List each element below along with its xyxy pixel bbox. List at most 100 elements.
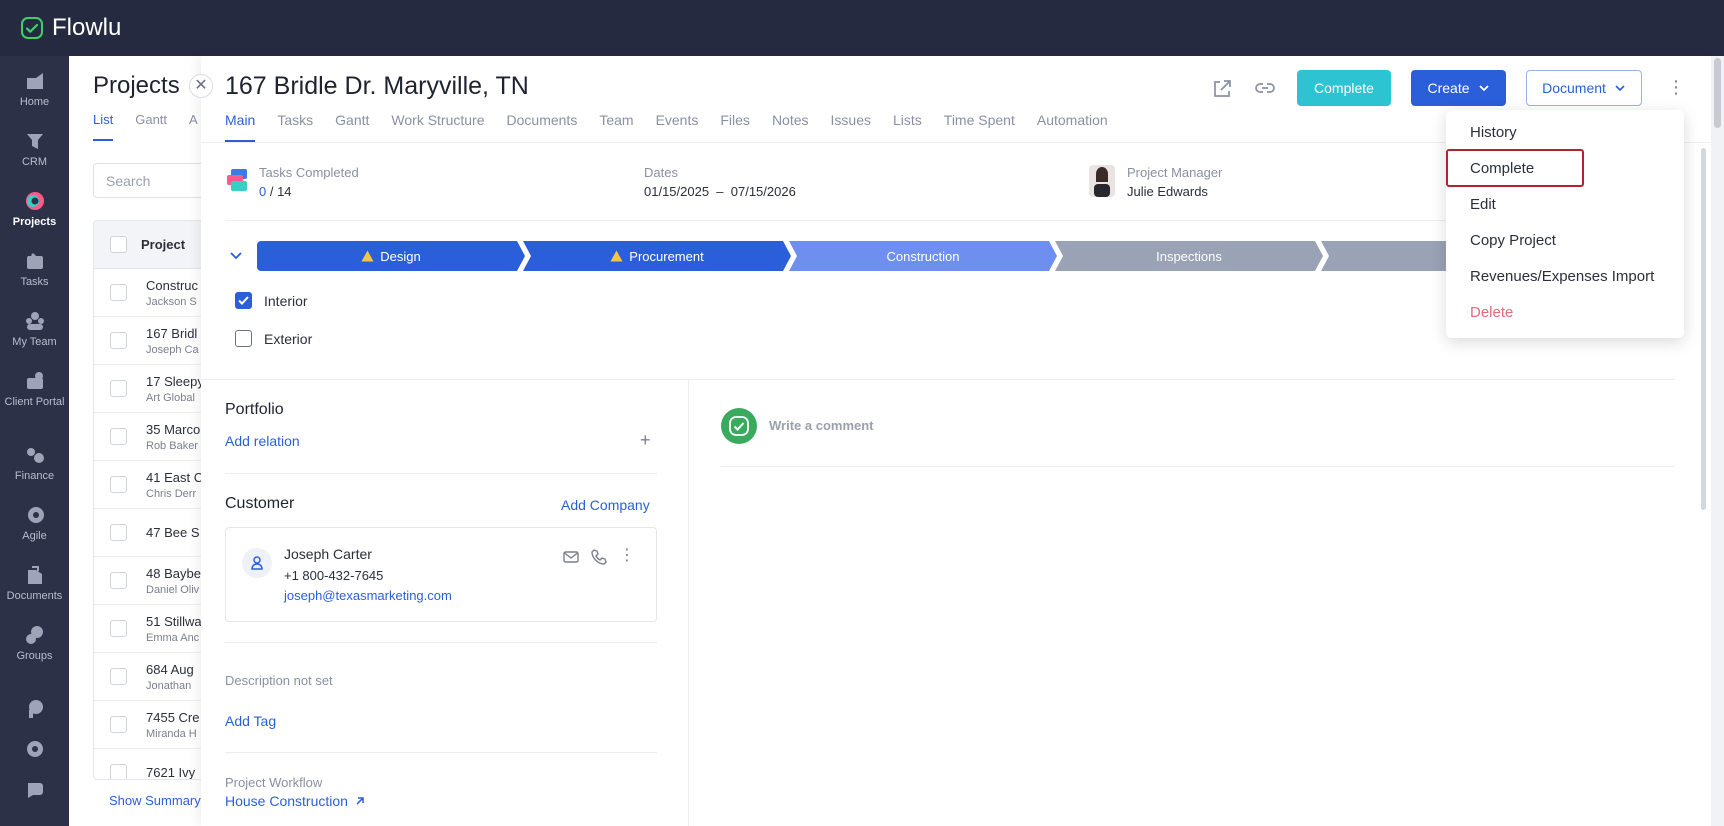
table-row[interactable]: 51 Stillwa Emma Anc — [94, 605, 212, 653]
call-icon[interactable] — [590, 548, 608, 566]
row-checkbox[interactable] — [110, 284, 127, 301]
table-row[interactable]: 47 Bee S — [94, 509, 212, 557]
column-project[interactable]: Project — [141, 237, 185, 252]
nav-item-groups[interactable]: Groups — [0, 624, 69, 663]
nav-item-my-team[interactable]: My Team — [0, 310, 69, 349]
page-scroll-thumb[interactable] — [1714, 58, 1721, 128]
table-row[interactable]: 41 East C Chris Derr — [94, 461, 212, 509]
nav-item-crm[interactable]: CRM — [0, 130, 69, 169]
row-checkbox[interactable] — [110, 428, 127, 445]
row-checkbox[interactable] — [110, 572, 127, 589]
tab-other[interactable]: A — [189, 112, 198, 141]
nav-item-projects[interactable]: Projects — [0, 190, 69, 229]
row-project-name[interactable]: 35 Marco — [146, 422, 200, 437]
dates-value[interactable]: 01/15/2025 – 07/15/2026 — [644, 184, 796, 199]
stage-construction[interactable]: Construction — [789, 241, 1057, 271]
menu-item-delete[interactable]: Delete — [1470, 304, 1513, 321]
row-project-name[interactable]: 167 Bridl — [146, 326, 199, 341]
row-project-name[interactable]: 47 Bee S — [146, 525, 200, 540]
stage-procurement[interactable]: Procurement — [523, 241, 791, 271]
nav-item-tasks[interactable]: Tasks — [0, 250, 69, 289]
more-menu-icon[interactable]: ⋮ — [1667, 78, 1685, 98]
row-checkbox[interactable] — [110, 380, 127, 397]
nav-item-chat[interactable] — [0, 778, 69, 804]
row-project-name[interactable]: 17 Sleepy — [146, 374, 204, 389]
row-checkbox[interactable] — [110, 764, 127, 779]
panel-scroll-thumb[interactable] — [1701, 148, 1706, 510]
tab-tasks[interactable]: Tasks — [277, 112, 313, 142]
create-button[interactable]: Create — [1411, 70, 1506, 106]
row-project-name[interactable]: 41 East C — [146, 470, 203, 485]
tab-automation[interactable]: Automation — [1037, 112, 1108, 142]
table-row[interactable]: 17 Sleepy Art Global — [94, 365, 212, 413]
table-row[interactable]: Construc Jackson S — [94, 269, 212, 317]
tab-list[interactable]: List — [93, 112, 114, 141]
nav-item-settings[interactable] — [0, 738, 69, 764]
table-row[interactable]: 48 Baybe Daniel Oliv — [94, 557, 212, 605]
row-project-name[interactable]: Construc — [146, 278, 198, 293]
tab-work-structure[interactable]: Work Structure — [391, 112, 484, 142]
tab-team[interactable]: Team — [599, 112, 633, 142]
add-tag-link[interactable]: Add Tag — [225, 713, 276, 729]
stage-inspections[interactable]: Inspections — [1055, 241, 1323, 271]
table-row[interactable]: 35 Marco Rob Baker — [94, 413, 212, 461]
row-checkbox[interactable] — [110, 668, 127, 685]
checklist-item-exterior[interactable]: Exterior — [235, 330, 312, 347]
checklist-item-interior[interactable]: Interior — [235, 292, 308, 309]
tab-documents[interactable]: Documents — [507, 112, 578, 142]
customer-email[interactable]: joseph@texasmarketing.com — [284, 588, 452, 603]
menu-item-edit[interactable]: Edit — [1470, 196, 1496, 213]
row-checkbox[interactable] — [110, 716, 127, 733]
page-scrollbar[interactable] — [1711, 56, 1724, 826]
nav-item-client-portal[interactable]: Client Portal — [0, 370, 69, 409]
complete-button[interactable]: Complete — [1297, 70, 1391, 106]
nav-item-home[interactable]: Home — [0, 70, 69, 109]
select-all-checkbox[interactable] — [110, 236, 127, 253]
row-checkbox[interactable] — [110, 524, 127, 541]
plus-icon[interactable]: + — [640, 430, 651, 451]
menu-item-copy-project[interactable]: Copy Project — [1470, 232, 1556, 249]
tab-issues[interactable]: Issues — [831, 112, 871, 142]
nav-item-agile[interactable]: Agile — [0, 504, 69, 543]
menu-item-revenues-expenses-import[interactable]: Revenues/Expenses Import — [1470, 268, 1654, 285]
table-row[interactable]: 7455 Cre Miranda H — [94, 701, 212, 749]
tab-lists[interactable]: Lists — [893, 112, 922, 142]
show-summary-link[interactable]: Show Summary — [109, 793, 201, 808]
tab-main[interactable]: Main — [225, 112, 256, 142]
tab-files[interactable]: Files — [720, 112, 750, 142]
menu-item-history[interactable]: History — [1470, 124, 1517, 141]
nav-item-documents[interactable]: Documents — [0, 564, 69, 603]
stage-design[interactable]: Design — [257, 241, 525, 271]
row-project-name[interactable]: 48 Baybe — [146, 566, 201, 581]
comment-input[interactable]: Write a comment — [769, 418, 874, 433]
contact-more-icon[interactable]: ⋮ — [618, 548, 636, 566]
copy-link-icon[interactable] — [1254, 78, 1276, 100]
description-text[interactable]: Description not set — [225, 673, 333, 688]
table-row[interactable]: 7621 Ivy — [94, 749, 212, 779]
tab-notes[interactable]: Notes — [772, 112, 809, 142]
add-company-link[interactable]: Add Company — [561, 497, 650, 513]
row-project-name[interactable]: 51 Stillwa — [146, 614, 202, 629]
tab-events[interactable]: Events — [656, 112, 699, 142]
workflow-link[interactable]: House Construction — [225, 793, 366, 809]
tab-gantt[interactable]: Gantt — [335, 112, 369, 142]
table-row[interactable]: 167 Bridl Joseph Ca — [94, 317, 212, 365]
row-project-name[interactable]: 7455 Cre — [146, 710, 199, 725]
customer-name[interactable]: Joseph Carter — [284, 546, 372, 562]
app-logo[interactable]: Flowlu — [20, 14, 121, 42]
tab-time-spent[interactable]: Time Spent — [944, 112, 1015, 142]
nav-item-finance[interactable]: Finance — [0, 444, 69, 483]
document-button[interactable]: Document — [1526, 70, 1642, 106]
list-search-input[interactable]: Search — [93, 163, 213, 198]
add-relation-link[interactable]: Add relation — [225, 433, 300, 449]
open-external-icon[interactable] — [1211, 78, 1233, 100]
table-row[interactable]: 684 Aug Jonathan — [94, 653, 212, 701]
manager-name[interactable]: Julie Edwards — [1127, 184, 1222, 199]
manager-avatar[interactable] — [1089, 165, 1115, 197]
row-checkbox[interactable] — [110, 620, 127, 637]
exterior-checkbox[interactable] — [235, 330, 252, 347]
row-checkbox[interactable] — [110, 332, 127, 349]
interior-checkbox[interactable] — [235, 292, 252, 309]
collapse-stages-icon[interactable] — [228, 247, 244, 263]
row-project-name[interactable]: 684 Aug — [146, 662, 194, 677]
